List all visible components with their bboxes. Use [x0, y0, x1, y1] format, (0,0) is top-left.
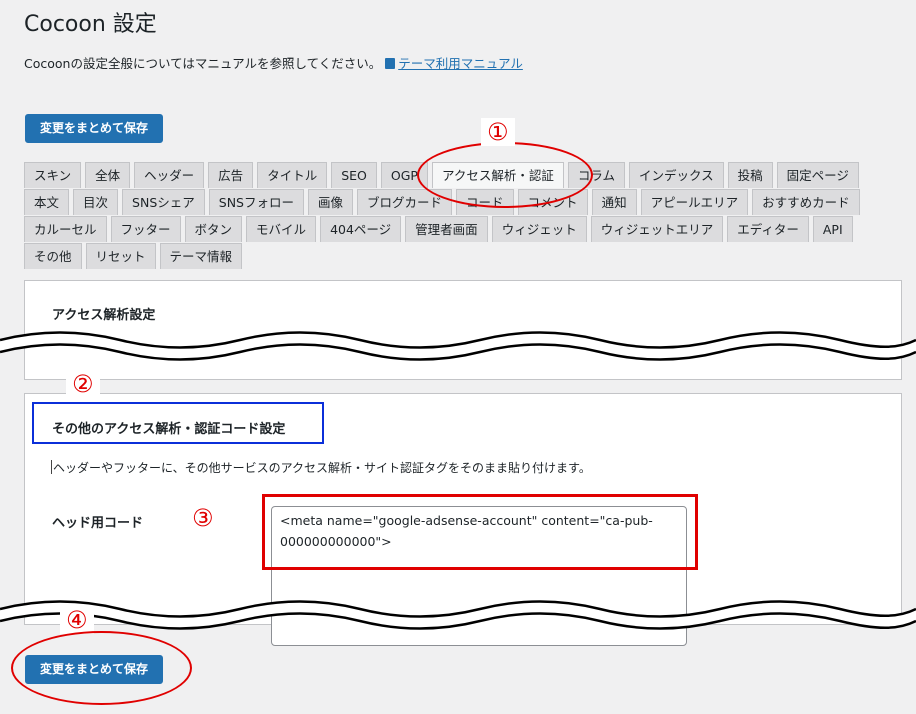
tab-row3-4[interactable]: 404ページ — [320, 216, 402, 242]
tab-row1-11[interactable]: 固定ページ — [776, 162, 859, 188]
page-title: Cocoon 設定 — [24, 12, 157, 37]
tab-row4-0[interactable]: その他 — [24, 243, 82, 269]
save-all-button-bottom[interactable]: 変更をまとめて保存 — [25, 655, 163, 684]
panel-description-text: ヘッダーやフッターに、その他サービスのアクセス解析・サイト認証タグをそのまま貼り… — [53, 461, 591, 475]
tab-row2-1[interactable]: 目次 — [73, 189, 119, 215]
tab-row3-9[interactable]: API — [812, 216, 853, 242]
tab-row2-6[interactable]: コード — [456, 189, 514, 215]
tab-row-3: カルーセル フッター ボタン モバイル 404ページ 管理者画面 ウィジェット ウィジェットエ… — [24, 215, 904, 242]
tab-row2-5[interactable]: ブログカード — [357, 189, 453, 215]
save-all-button-top[interactable]: 変更をまとめて保存 — [25, 114, 163, 143]
tab-row1-10[interactable]: 投稿 — [727, 162, 773, 188]
settings-tabs: スキン 全体 ヘッダー 広告 タイトル SEO OGP アクセス解析・認証 コラム インデックス投… — [24, 161, 904, 269]
tab-row2-2[interactable]: SNSシェア — [122, 189, 205, 215]
access-analysis-panel: アクセス解析設定 — [24, 280, 902, 380]
tab-row3-7[interactable]: ウィジェットエリア — [590, 216, 724, 242]
manual-link[interactable]: テーマ利用マニュアル — [385, 56, 523, 71]
tab-row1-1[interactable]: 全体 — [85, 162, 131, 188]
head-code-textarea[interactable]: <meta name="google-adsense-account" cont… — [271, 506, 687, 646]
tab-row-2: 本文 目次 SNSシェア SNSフォロー 画像 ブログカード コード コメント 通知 アピールエリ… — [24, 188, 904, 215]
tab-row2-4[interactable]: 画像 — [308, 189, 354, 215]
annotation-number-2: ② — [66, 370, 100, 398]
tab-row3-2[interactable]: ボタン — [184, 216, 243, 242]
tab-row1-0[interactable]: スキン — [24, 162, 82, 188]
text-cursor — [51, 460, 52, 474]
tab-row3-6[interactable]: ウィジェット — [491, 216, 587, 242]
access-analysis-heading: アクセス解析設定 — [52, 308, 156, 323]
intro-description: Cocoonの設定全般についてはマニュアルを参照してください。 — [24, 56, 382, 71]
other-analysis-panel: その他のアクセス解析・認証コード設定 ヘッダーやフッターに、その他サービスのアク… — [24, 393, 902, 646]
book-icon — [385, 58, 396, 69]
annotation-number-4: ④ — [60, 606, 94, 634]
tab-row3-1[interactable]: フッター — [110, 216, 181, 242]
manual-link-label: テーマ利用マニュアル — [398, 56, 523, 71]
tab-row2-3[interactable]: SNSフォロー — [208, 189, 304, 215]
tab-row2-10[interactable]: おすすめカード — [752, 189, 860, 215]
panel-description: ヘッダーやフッターに、その他サービスのアクセス解析・サイト認証タグをそのまま貼り… — [51, 459, 591, 476]
tab-row-4: その他 リセット テーマ情報 — [24, 242, 904, 269]
other-analysis-heading: その他のアクセス解析・認証コード設定 — [52, 422, 286, 437]
tab-row1-4[interactable]: タイトル — [257, 162, 328, 188]
tab-row1-6[interactable]: OGP — [380, 162, 428, 188]
annotation-number-3: ③ — [186, 504, 220, 532]
tab-row3-0[interactable]: カルーセル — [24, 216, 107, 242]
tab-row3-5[interactable]: 管理者画面 — [405, 216, 488, 242]
tab-row2-7[interactable]: コメント — [517, 189, 588, 215]
tab-row3-8[interactable]: エディター — [727, 216, 809, 242]
annotation-number-1: ① — [481, 118, 515, 146]
tab-row2-8[interactable]: 通知 — [591, 189, 637, 215]
intro-text: Cocoonの設定全般についてはマニュアルを参照してください。 テーマ利用マニュア… — [24, 53, 523, 72]
tab-row1-3[interactable]: 広告 — [208, 162, 254, 188]
tab-row3-3[interactable]: モバイル — [246, 216, 317, 242]
tab-row2-0[interactable]: 本文 — [24, 189, 70, 215]
tab-row1-2[interactable]: ヘッダー — [134, 162, 205, 188]
tab-row1-8[interactable]: コラム — [567, 162, 625, 188]
tab-row2-9[interactable]: アピールエリア — [640, 189, 749, 215]
tab-row1-7[interactable]: アクセス解析・認証 — [431, 162, 564, 188]
tab-row1-5[interactable]: SEO — [331, 162, 377, 188]
head-code-label: ヘッド用コード — [52, 516, 144, 531]
tab-row-1: スキン 全体 ヘッダー 広告 タイトル SEO OGP アクセス解析・認証 コラム インデックス投… — [24, 161, 904, 188]
tab-row4-2[interactable]: テーマ情報 — [159, 243, 243, 269]
tab-row1-9[interactable]: インデックス — [628, 162, 724, 188]
tab-row4-1[interactable]: リセット — [85, 243, 156, 269]
